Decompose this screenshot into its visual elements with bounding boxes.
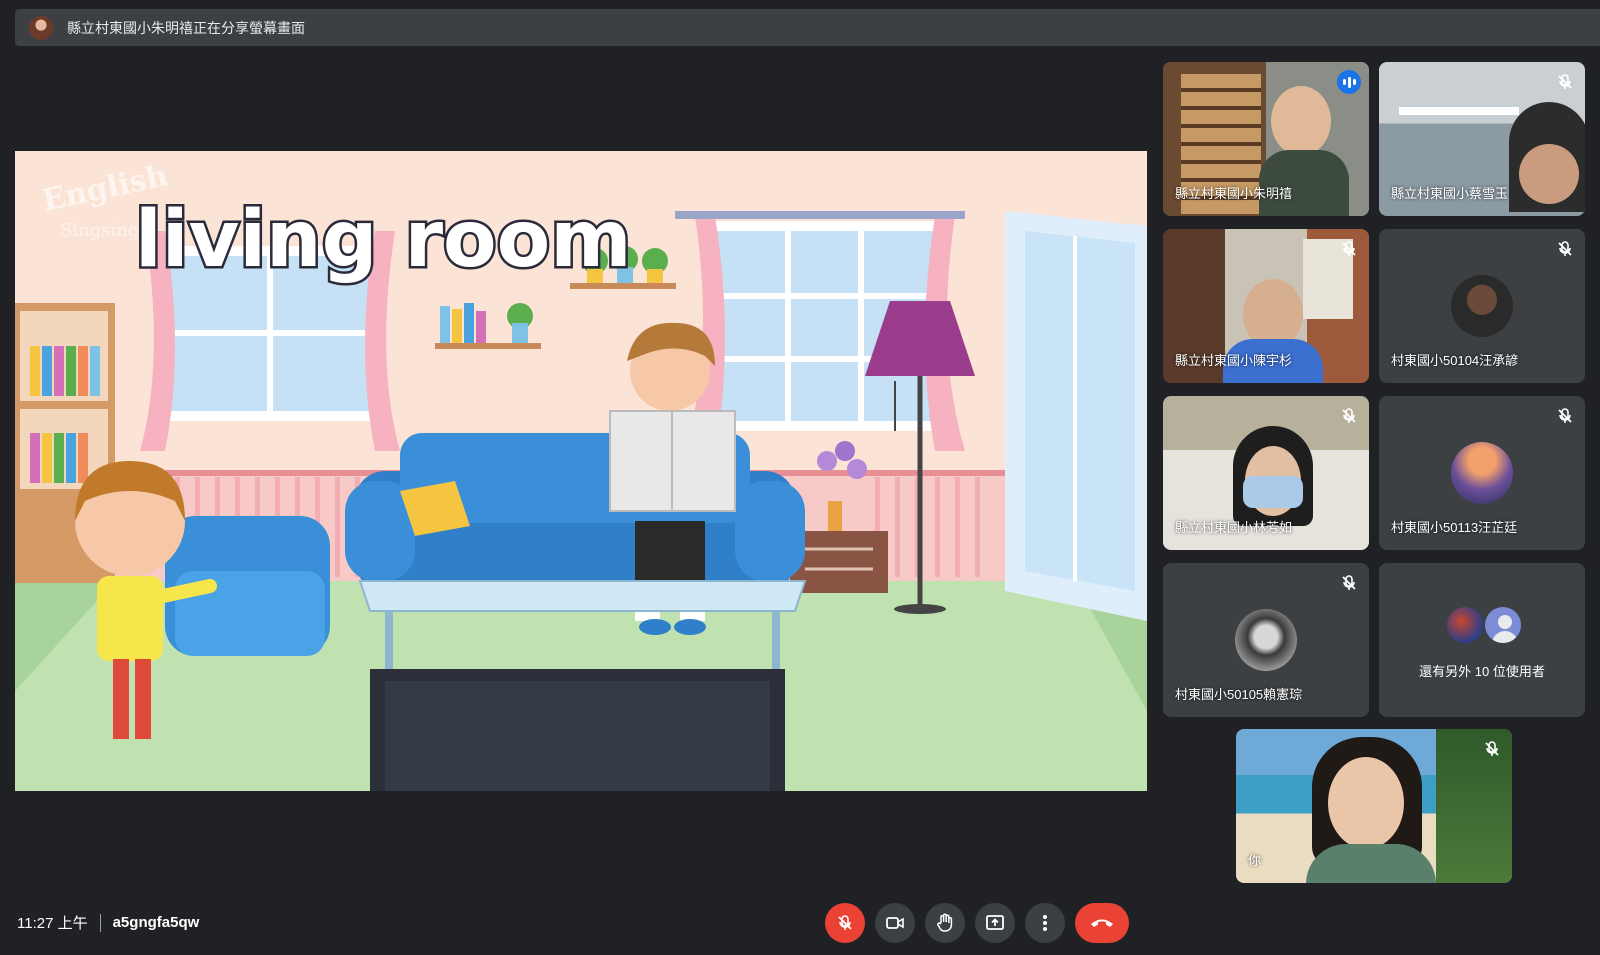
more-vert-icon — [1043, 915, 1047, 931]
present-screen-button[interactable] — [975, 903, 1015, 943]
participant-tile[interactable]: 縣立村東國小蔡雪玉 — [1379, 62, 1585, 216]
presenting-banner-text: 縣立村東國小朱明禧正在分享螢幕畫面 — [67, 19, 305, 36]
mic-off-icon — [838, 915, 852, 930]
participant-name: 村東國小50105賴憲琮 — [1175, 687, 1303, 702]
person-icon — [1483, 605, 1523, 645]
camera-toggle-button[interactable] — [875, 903, 915, 943]
participant-avatar — [1451, 275, 1513, 337]
participant-name: 村東國小50113汪芷廷 — [1391, 520, 1518, 535]
leave-call-button[interactable] — [1075, 903, 1129, 943]
mic-off-icon — [1485, 741, 1499, 756]
mic-off-icon — [1342, 575, 1356, 590]
meeting-info: 11:27 上午 a5gngfa5qw — [17, 912, 199, 933]
shared-screen[interactable]: living room English Singsing — [15, 151, 1147, 791]
participant-avatar — [1235, 609, 1297, 671]
participant-avatar — [1445, 605, 1485, 645]
mic-off-icon — [1558, 74, 1572, 89]
more-participants-tile[interactable]: 還有另外 10 位使用者 — [1379, 563, 1585, 717]
more-participants-label: 還有另外 10 位使用者 — [1419, 664, 1545, 679]
participant-tile[interactable]: 村東國小50105賴憲琮 — [1163, 563, 1369, 717]
self-video — [1236, 729, 1512, 883]
self-label: 你 — [1248, 853, 1262, 868]
camera-icon — [886, 917, 904, 929]
raise-hand-button[interactable] — [925, 903, 965, 943]
microphone-toggle-button[interactable] — [825, 903, 865, 943]
participant-avatar — [1451, 442, 1513, 504]
mic-off-icon — [1558, 408, 1572, 423]
participant-tile[interactable]: 縣立村東國小陳宇杉 — [1163, 229, 1369, 383]
mic-off-icon — [1342, 408, 1356, 423]
more-options-button[interactable] — [1025, 903, 1065, 943]
participant-name: 縣立村東國小蔡雪玉 — [1391, 186, 1509, 201]
presenting-banner: 縣立村東國小朱明禧正在分享螢幕畫面 — [15, 9, 1600, 46]
presenter-avatar — [29, 15, 53, 40]
participant-tile[interactable]: 村東國小50113汪芷廷 — [1379, 396, 1585, 550]
participant-tile[interactable]: 縣立村東國小林芳如 — [1163, 396, 1369, 550]
present-screen-icon — [986, 915, 1004, 930]
clock-time: 11:27 上午 — [17, 915, 88, 932]
participant-avatar-stack — [1445, 605, 1525, 645]
watermark-line2: Singsing — [60, 220, 139, 241]
self-view-tile[interactable]: 你 — [1236, 729, 1512, 883]
participant-tile[interactable]: 縣立村東國小朱明禧 — [1163, 62, 1369, 216]
participant-name: 村東國小50104汪承諺 — [1391, 353, 1519, 368]
speaking-indicator-icon — [1337, 70, 1361, 94]
mic-off-icon — [1342, 241, 1356, 256]
participant-tile[interactable]: 村東國小50104汪承諺 — [1379, 229, 1585, 383]
slide-title: living room — [135, 195, 632, 285]
participant-name: 縣立村東國小朱明禧 — [1175, 186, 1293, 201]
participant-name: 縣立村東國小陳宇杉 — [1175, 353, 1293, 368]
divider — [99, 913, 101, 932]
mic-off-icon — [1558, 241, 1572, 256]
meeting-code[interactable]: a5gngfa5qw — [113, 914, 200, 931]
hand-icon — [937, 913, 953, 932]
hang-up-icon — [1091, 919, 1113, 927]
participant-name: 縣立村東國小林芳如 — [1175, 520, 1293, 535]
